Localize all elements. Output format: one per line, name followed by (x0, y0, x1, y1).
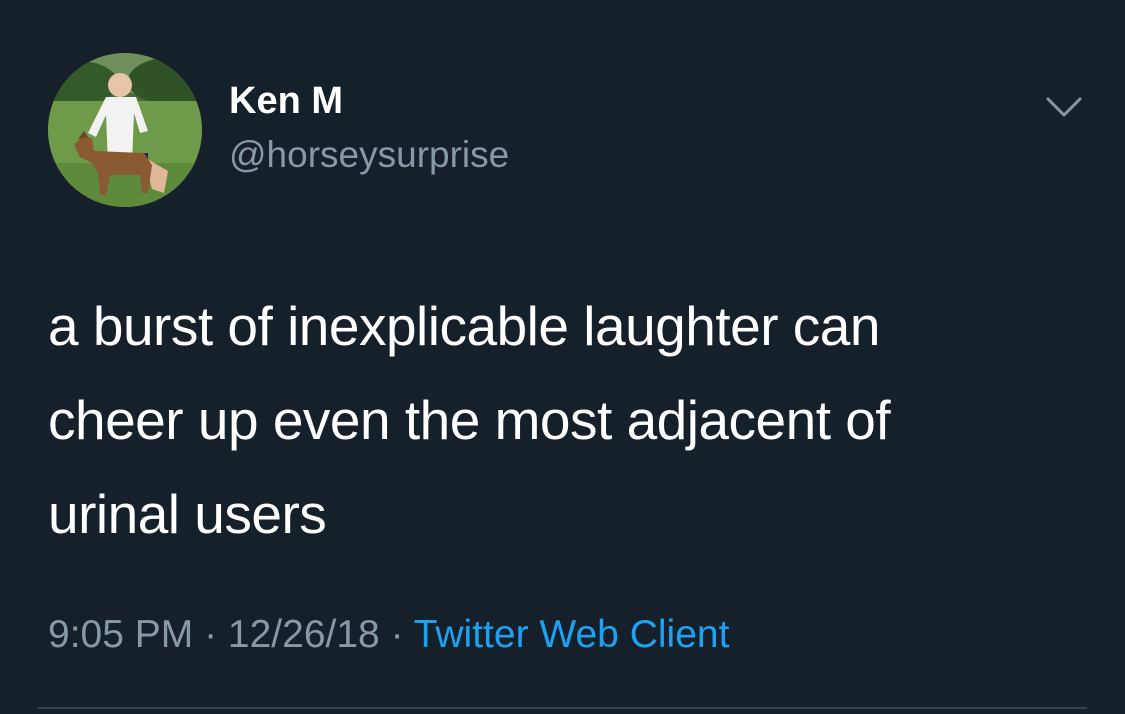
tweet-card: Ken M @horseysurprise a burst of inexpli… (0, 0, 1125, 714)
user-handle[interactable]: @horseysurprise (229, 133, 509, 177)
tweet-date: 12/26/18 (227, 613, 380, 656)
divider (38, 707, 1087, 709)
tweet-source-link[interactable]: Twitter Web Client (414, 613, 730, 656)
tweet-text: a burst of inexplicable laughter can che… (48, 295, 891, 545)
chevron-down-icon[interactable] (1044, 93, 1084, 121)
meta-separator: · (379, 613, 414, 656)
tweet-meta: 9:05 PM · 12/26/18 · Twitter Web Client (48, 612, 729, 658)
display-name[interactable]: Ken M (229, 78, 343, 124)
profile-photo-icon (48, 53, 202, 207)
avatar[interactable] (48, 53, 202, 207)
meta-separator: · (193, 613, 228, 656)
tweet-time: 9:05 PM (48, 613, 194, 656)
